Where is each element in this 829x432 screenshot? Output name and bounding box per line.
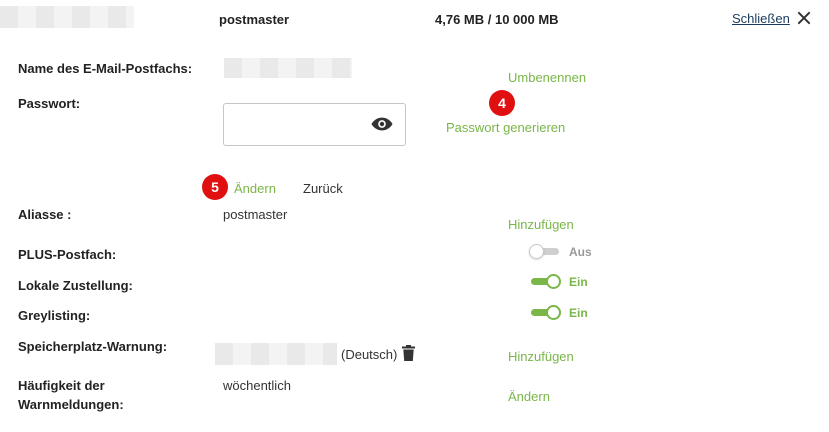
header-usage: 4,76 MB / 10 000 MB (435, 12, 559, 27)
password-input[interactable] (224, 104, 384, 144)
aliases-label: Aliasse : (18, 207, 72, 222)
plus-mailbox-state: Aus (569, 245, 592, 259)
greylisting-state: Ein (569, 306, 588, 320)
trash-icon[interactable] (402, 345, 415, 361)
redacted-warning-email (215, 343, 337, 365)
storage-warning-label: Speicherplatz-Warnung: (18, 339, 168, 354)
eye-icon[interactable] (371, 116, 393, 132)
mailbox-name-label: Name des E-Mail-Postfachs: (18, 61, 193, 76)
password-label: Passwort: (18, 96, 81, 111)
back-button[interactable]: Zurück (303, 181, 343, 196)
add-alias-link[interactable]: Hinzufügen (508, 217, 574, 232)
add-warning-link[interactable]: Hinzufügen (508, 349, 574, 364)
annotation-badge-5: 5 (202, 174, 228, 200)
plus-mailbox-toggle[interactable] (529, 244, 561, 260)
warning-frequency-label-line1: Häufigkeit der (18, 378, 105, 393)
rename-link[interactable]: Umbenennen (508, 70, 586, 85)
password-field[interactable] (223, 103, 406, 146)
annotation-badge-4: 4 (489, 90, 515, 116)
local-delivery-label: Lokale Zustellung: (18, 278, 133, 293)
warning-frequency-label-line2: Warnmeldungen: (18, 397, 124, 412)
change-frequency-link[interactable]: Ändern (508, 389, 550, 404)
storage-warning-language: (Deutsch) (341, 347, 398, 362)
greylisting-label: Greylisting: (18, 308, 91, 323)
header-mailbox-name: postmaster (219, 12, 290, 27)
greylisting-toggle[interactable] (529, 305, 561, 321)
generate-password-link[interactable]: Passwort generieren (446, 120, 565, 135)
local-delivery-state: Ein (569, 275, 588, 289)
redacted-mailbox-address (224, 58, 352, 78)
local-delivery-toggle[interactable] (529, 274, 561, 290)
change-password-button[interactable]: Ändern (234, 181, 276, 196)
alias-value: postmaster (223, 207, 288, 222)
plus-mailbox-label: PLUS-Postfach: (18, 247, 117, 262)
redacted-domain (0, 6, 134, 28)
close-link[interactable]: Schließen (732, 11, 790, 26)
warning-frequency-value: wöchentlich (223, 378, 291, 393)
close-icon[interactable] (796, 10, 812, 26)
close-button[interactable]: Schließen (732, 10, 812, 26)
